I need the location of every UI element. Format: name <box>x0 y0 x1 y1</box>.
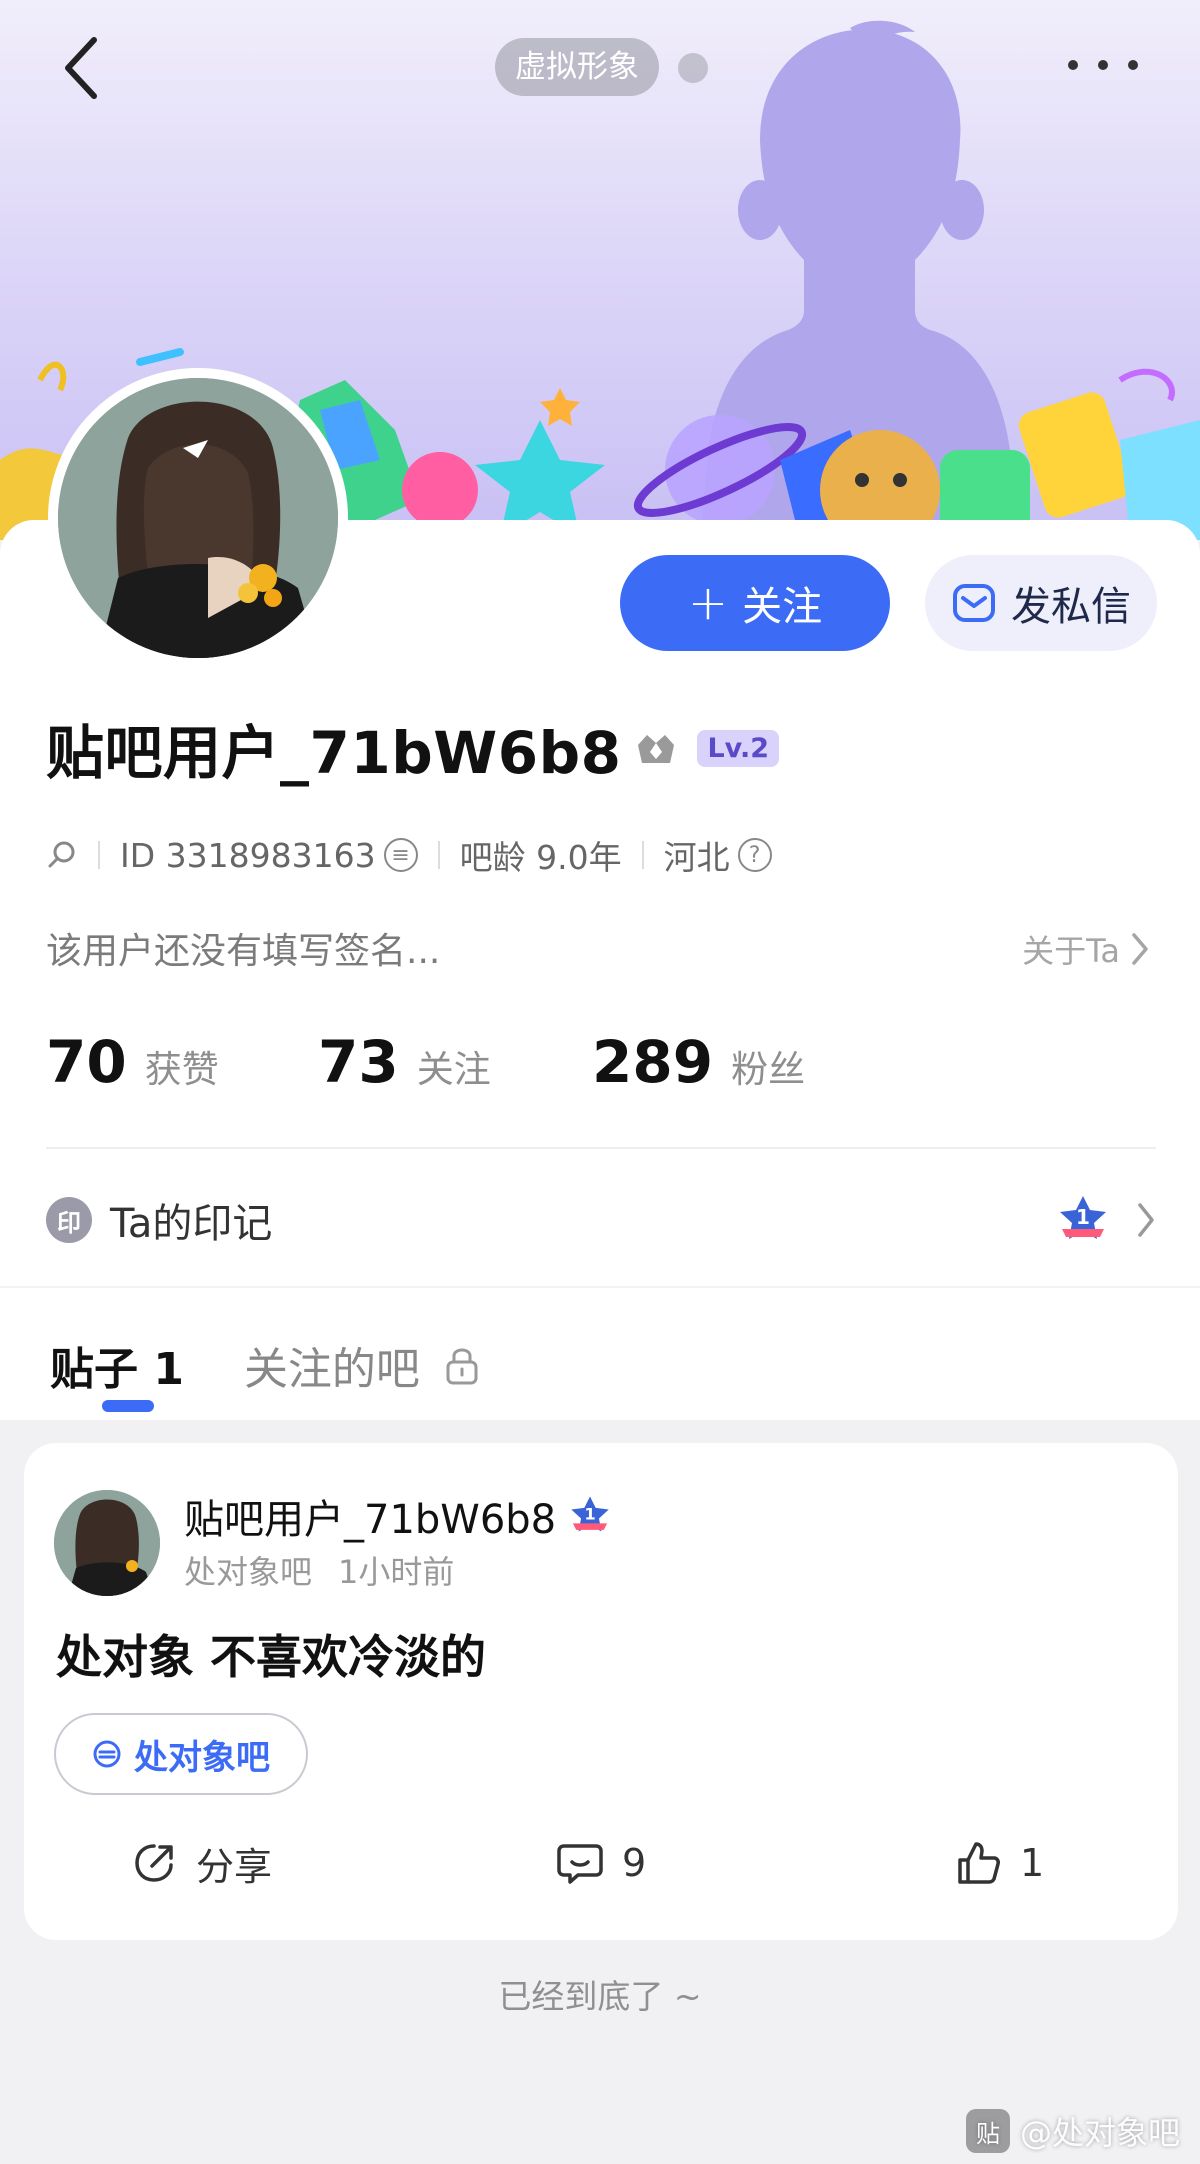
user-id[interactable]: ID 3318983163 ≡ <box>120 836 418 875</box>
tab-label: 贴子 1 <box>50 1344 184 1395</box>
dot-icon <box>1098 60 1108 70</box>
forum-chip[interactable]: 处对象吧 <box>54 1713 308 1795</box>
user-avatar[interactable] <box>48 368 348 668</box>
tab-label: 关注的吧 <box>243 1344 420 1395</box>
stat-number: 289 <box>592 1028 714 1096</box>
username-row: 贴吧用户_71bW6b8 Lv.2 <box>46 708 780 788</box>
post-time: 1小时前 <box>338 1553 455 1591</box>
thumbs-up-icon <box>958 1842 1000 1884</box>
comment-count: 9 <box>622 1841 647 1885</box>
post-card[interactable]: 贴吧用户_71bW6b8 1 处对象吧 1小时前 处对象 不喜欢冷淡的 处对象吧… <box>24 1443 1178 1940</box>
marks-right: 1 <box>1056 1193 1156 1247</box>
follow-label: 关注 <box>742 584 823 630</box>
stats-row: 70 获赞 73 关注 289 粉丝 <box>46 1028 805 1108</box>
message-label: 发私信 <box>1011 584 1131 630</box>
follow-button[interactable]: + 关注 <box>620 555 890 651</box>
username: 贴吧用户_71bW6b8 <box>46 719 622 787</box>
tab-followed-bars[interactable]: 关注的吧 <box>244 1333 480 1397</box>
stat-following[interactable]: 73 关注 <box>318 1028 592 1096</box>
bar-age: 吧龄 9.0年 <box>459 838 622 877</box>
help-icon[interactable]: ? <box>737 838 772 872</box>
comment-button[interactable]: 9 <box>556 1823 646 1903</box>
stat-fans[interactable]: 289 粉丝 <box>592 1028 805 1096</box>
divider <box>98 841 100 869</box>
forum-chip-label: 处对象吧 <box>134 1737 270 1778</box>
send-message-button[interactable]: 发私信 <box>925 555 1157 651</box>
divider <box>0 1286 1200 1288</box>
post-meta: 处对象吧 1小时前 <box>184 1547 454 1593</box>
more-options-button[interactable] <box>1068 50 1138 80</box>
post-forum-name[interactable]: 处对象吧 <box>184 1547 312 1593</box>
dot-icon <box>1128 60 1138 70</box>
share-label: 分享 <box>196 1844 273 1889</box>
tag-dot-indicator <box>678 53 708 83</box>
forum-icon <box>93 1740 121 1768</box>
chevron-left-icon <box>65 37 97 99</box>
rank-badge-number: 1 <box>1076 1205 1090 1229</box>
about-ta-link[interactable]: 关于Ta <box>1022 926 1150 972</box>
dot-icon <box>1068 60 1078 70</box>
post-title[interactable]: 处对象 不喜欢冷淡的 <box>56 1621 486 1687</box>
rank-badge-icon: 1 <box>1060 1196 1106 1239</box>
top-bar: 虚拟形象 <box>0 0 1200 130</box>
lock-icon <box>446 1348 478 1385</box>
marks-label: Ta的印记 <box>110 1201 273 1247</box>
stat-label: 粉丝 <box>731 1048 806 1091</box>
stat-likes[interactable]: 70 获赞 <box>46 1028 318 1096</box>
tab-posts[interactable]: 贴子 1 <box>50 1333 184 1397</box>
avatar-image <box>54 1490 160 1596</box>
chevron-right-icon <box>1132 933 1148 965</box>
watermark: 贴 @处对象吧 <box>965 2108 1180 2154</box>
like-button[interactable]: 1 <box>956 1823 1044 1903</box>
copy-icon[interactable]: ≡ <box>383 838 418 872</box>
comment-icon <box>557 1844 603 1884</box>
user-id-text: ID 3318983163 <box>120 835 376 875</box>
envelope-icon <box>953 584 995 622</box>
divider <box>46 1147 1156 1149</box>
post-actions: 分享 9 1 <box>24 1823 1178 1903</box>
divider <box>641 841 644 869</box>
stat-label: 获赞 <box>144 1048 219 1091</box>
stat-label: 关注 <box>416 1048 491 1091</box>
avatar-image <box>58 378 338 658</box>
user-meta-row: ID 3318983163 ≡ 吧龄 9.0年 河北 ? <box>46 830 772 880</box>
share-button[interactable]: 分享 <box>132 1823 272 1903</box>
back-button[interactable] <box>50 30 110 106</box>
like-count: 1 <box>1020 1841 1045 1885</box>
search-icon[interactable] <box>46 839 78 871</box>
stat-number: 73 <box>318 1028 399 1096</box>
watermark-text: @处对象吧 <box>1019 2114 1180 2152</box>
about-label: 关于Ta <box>1022 932 1120 970</box>
post-author-avatar[interactable] <box>54 1490 160 1596</box>
share-icon <box>135 1844 173 1882</box>
watermark-icon: 贴 <box>965 2109 1010 2153</box>
user-marks-row[interactable]: 印 Ta的印记 1 <box>46 1185 1156 1255</box>
divider <box>437 841 440 869</box>
plus-icon: + <box>687 575 729 631</box>
virtual-avatar-tag[interactable]: 虚拟形象 <box>495 38 659 96</box>
level-badge: Lv.2 <box>697 729 780 767</box>
post-author-row[interactable]: 贴吧用户_71bW6b8 1 <box>184 1487 612 1545</box>
rank-badge-icon: 1 <box>571 1496 609 1532</box>
stat-number: 70 <box>46 1028 127 1096</box>
rank-badge-number: 1 <box>584 1504 595 1523</box>
location[interactable]: 河北 ? <box>664 831 772 879</box>
end-of-list-text: 已经到底了 ~ <box>498 1977 702 2016</box>
post-author-name: 贴吧用户_71bW6b8 <box>184 1497 557 1543</box>
user-signature: 该用户还没有填写签名... <box>46 931 441 972</box>
seal-icon: 印 <box>46 1197 92 1243</box>
chevron-right-icon <box>1138 1203 1154 1237</box>
active-tab-indicator <box>102 1400 154 1412</box>
crown-badge-icon <box>638 735 675 763</box>
location-text: 河北 <box>663 838 730 877</box>
